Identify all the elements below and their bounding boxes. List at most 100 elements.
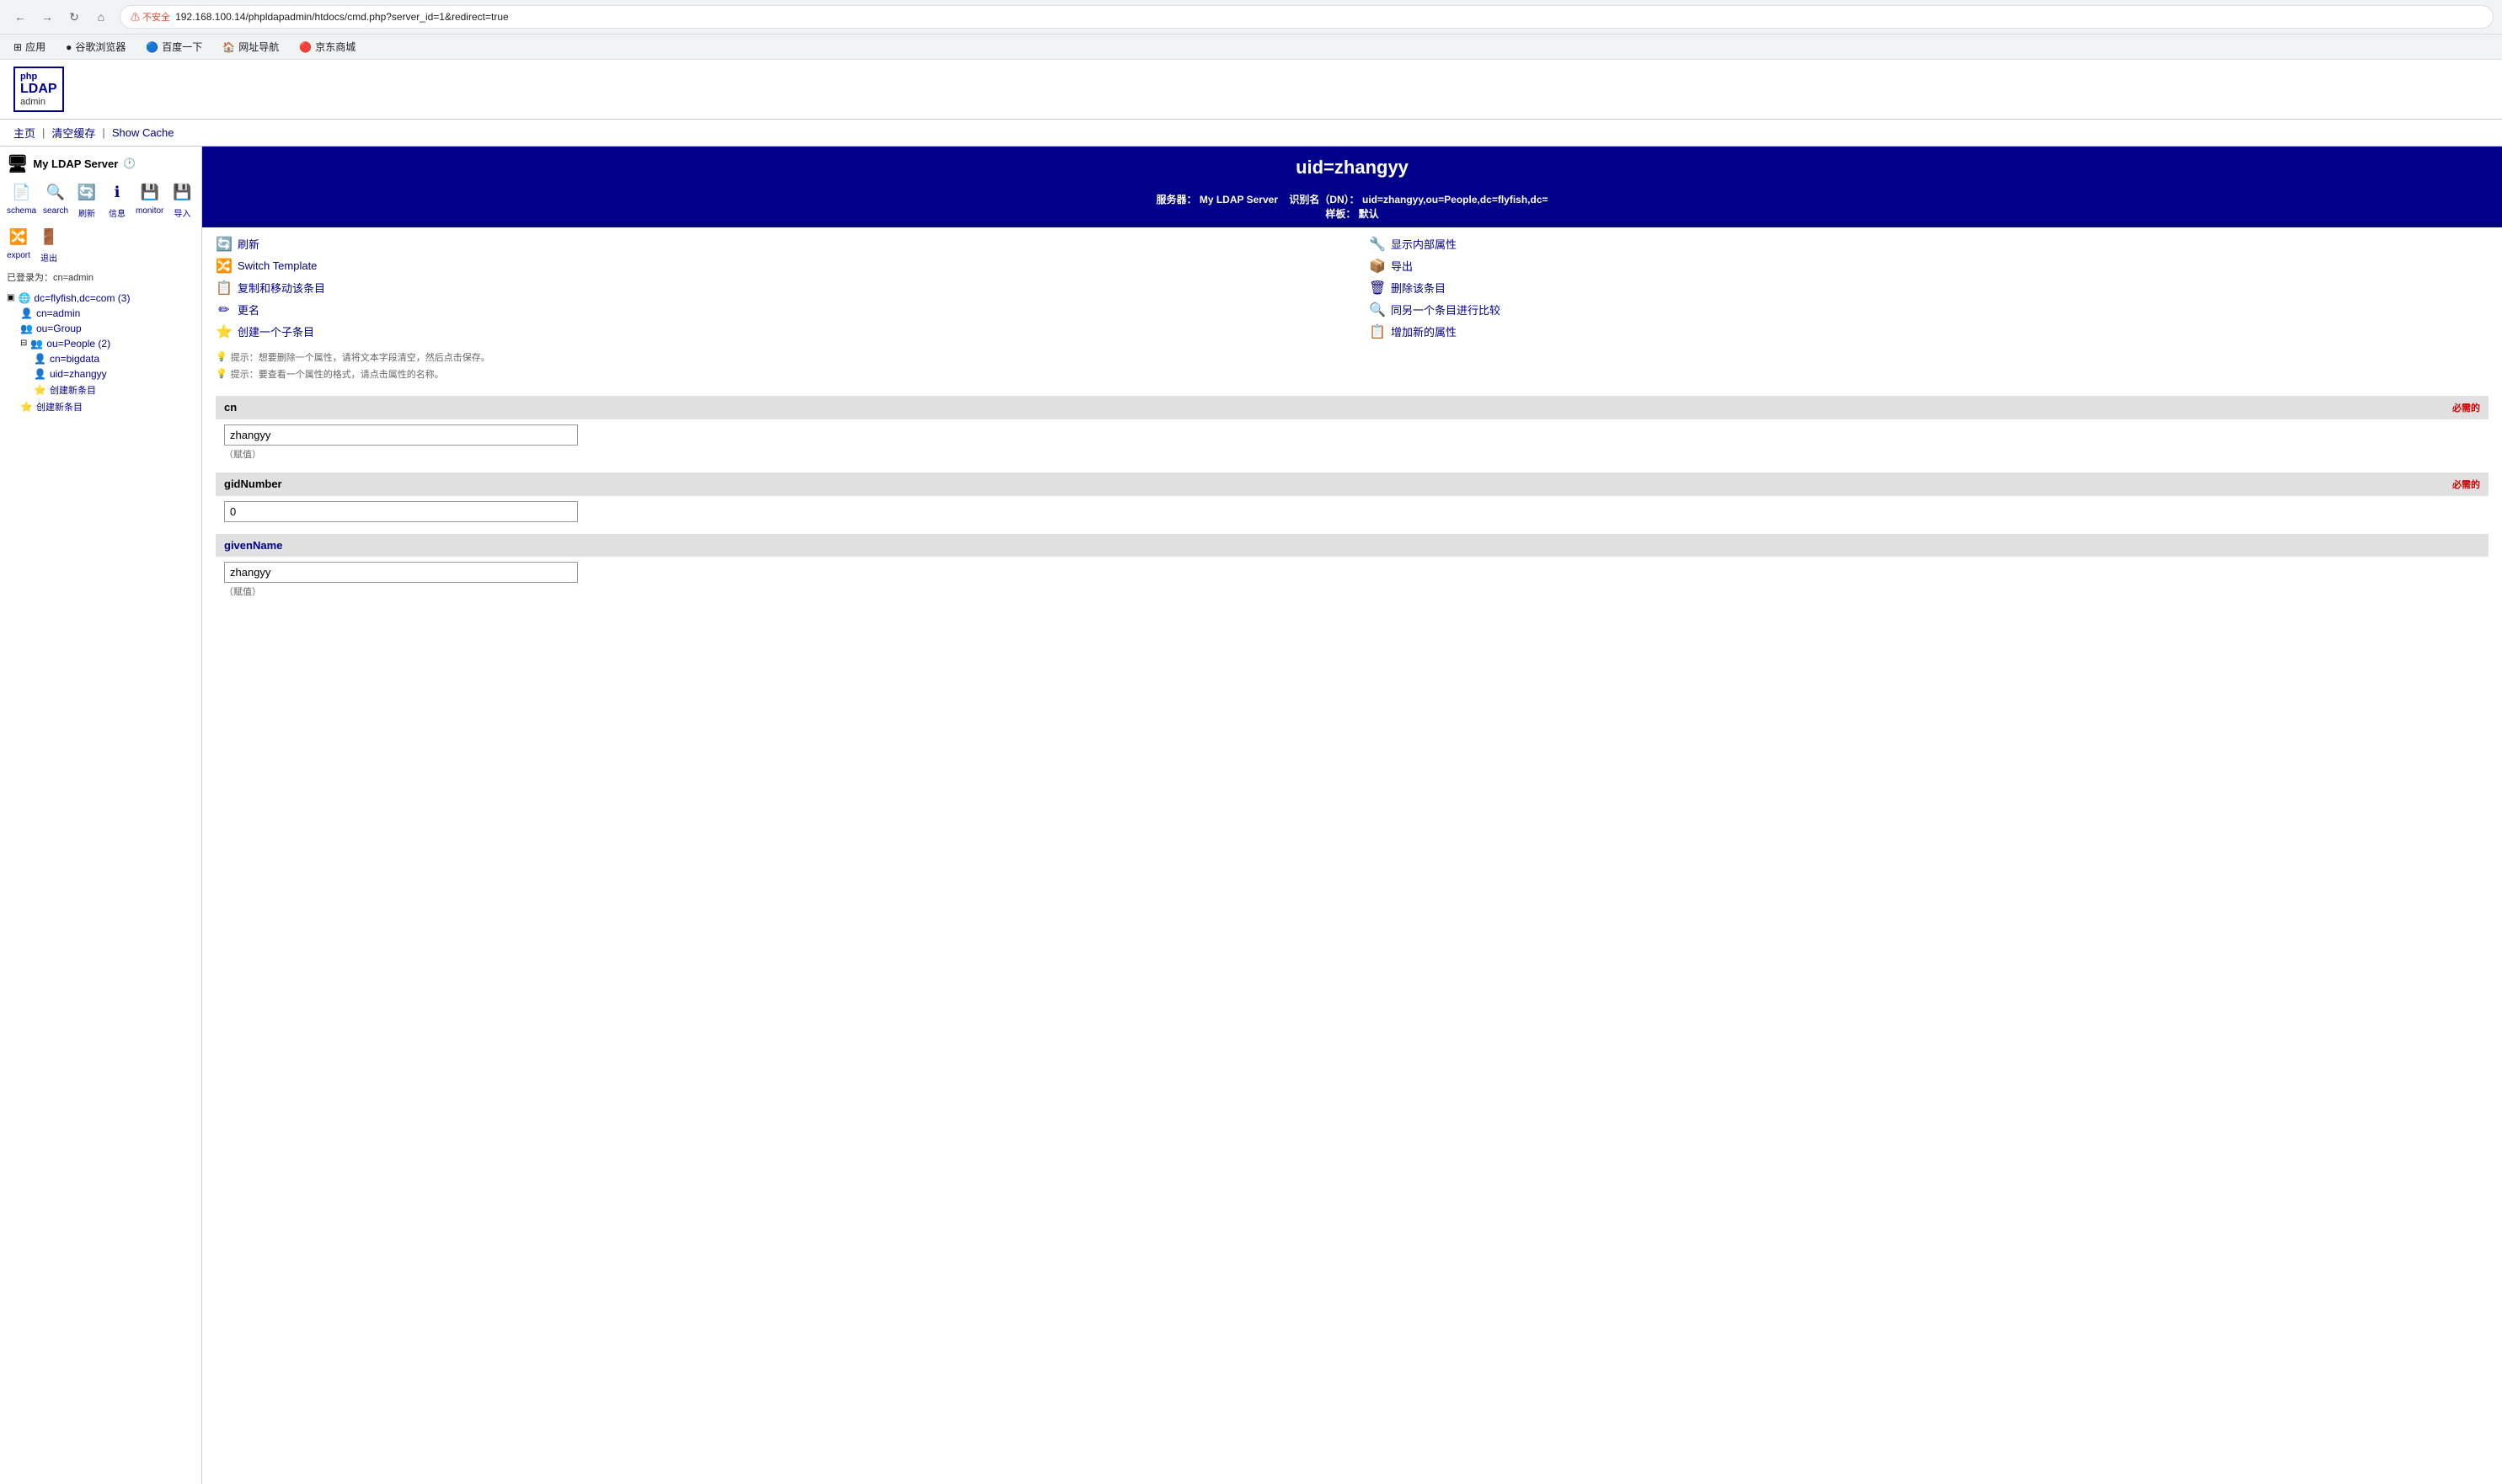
browser-nav: ← → ↻ ⌂ xyxy=(8,5,113,29)
action-switch-icon: 🔀 xyxy=(216,258,233,275)
hint-bulb-2: 💡 xyxy=(216,368,227,379)
tree-root-link[interactable]: dc=flyfish,dc=com (3) xyxy=(34,292,130,304)
action-export-icon: 📦 xyxy=(1369,258,1386,275)
form-area: cn 必需的 （赋值） gidNumber 必需的 xyxy=(202,382,2502,617)
field-body-gidnumber xyxy=(216,496,2489,527)
bookmark-baidu-label: 百度一下 xyxy=(162,40,202,54)
logout-icon: 🚪 xyxy=(37,226,61,249)
action-show-internal[interactable]: 🔧 显示内部属性 xyxy=(1369,236,2489,253)
toolbar-logout[interactable]: 🚪 退出 xyxy=(37,226,61,264)
tree-uid-zhangyy[interactable]: 👤 uid=zhangyy xyxy=(34,366,195,382)
schema-icon: 📄 xyxy=(10,181,34,205)
tree-cn-admin-link[interactable]: cn=admin xyxy=(36,307,80,319)
action-create-child[interactable]: ⭐ 创建一个子条目 xyxy=(216,323,1335,340)
monitor-label: monitor xyxy=(136,206,163,216)
dn-label: 识别名（DN）： xyxy=(1289,194,1359,206)
tree-root[interactable]: ▣ 🌐 dc=flyfish,dc=com (3) xyxy=(7,291,195,306)
tree-level1: 👤 cn=admin 👥 ou=Group ⊟ 👥 ou=People (2) xyxy=(7,306,195,415)
action-copy-move[interactable]: 📋 复制和移动该条目 xyxy=(216,280,1335,296)
actions-right: 🔧 显示内部属性 📦 导出 🗑 删除该条目 🔍 同另一个条目进行比较 xyxy=(1369,236,2489,340)
field-input-cn[interactable] xyxy=(224,424,578,446)
action-switch-template[interactable]: 🔀 Switch Template xyxy=(216,258,1335,275)
info-label: 信息 xyxy=(109,206,126,219)
content-header: uid=zhangyy xyxy=(202,147,2502,189)
reload-button[interactable]: ↻ xyxy=(62,5,86,29)
action-internal-icon: 🔧 xyxy=(1369,236,1386,253)
tree-ou-people[interactable]: ⊟ 👥 ou=People (2) xyxy=(20,336,195,351)
action-internal-label: 显示内部属性 xyxy=(1391,236,1457,252)
hint-1: 💡 提示：想要删除一个属性，请将文本字段清空，然后点击保存。 xyxy=(202,349,2502,366)
globe-icon: 🌐 xyxy=(18,292,30,304)
action-bar: 🔄 刷新 🔀 Switch Template 📋 复制和移动该条目 ✏ 更名 xyxy=(202,227,2502,349)
toolbar-export[interactable]: 🔀 export xyxy=(7,226,30,264)
bookmark-chrome[interactable]: ● 谷歌浏览器 xyxy=(61,38,131,56)
logo-admin: admin xyxy=(20,97,57,107)
field-header-gidnumber: gidNumber 必需的 xyxy=(216,472,2489,496)
action-export-entry[interactable]: 📦 导出 xyxy=(1369,258,2489,275)
action-export-label: 导出 xyxy=(1391,258,1413,274)
home-button[interactable]: ⌂ xyxy=(89,5,113,29)
chrome-icon: ● xyxy=(66,41,72,53)
action-compare[interactable]: 🔍 同另一个条目进行比较 xyxy=(1369,302,2489,318)
create-new-link[interactable]: 创建新条目 xyxy=(36,400,83,414)
search-label: search xyxy=(43,206,68,216)
field-name-givenname-link[interactable]: givenName xyxy=(224,539,282,552)
action-copy-label: 复制和移动该条目 xyxy=(238,280,325,296)
tree-ou-group[interactable]: 👥 ou=Group xyxy=(20,321,195,336)
bookmark-baidu[interactable]: 🔵 百度一下 xyxy=(141,38,207,56)
field-section-gidnumber: gidNumber 必需的 xyxy=(216,472,2489,527)
nav-clear-cache[interactable]: 清空缓存 xyxy=(51,125,95,141)
toolbar-monitor[interactable]: 💾 monitor xyxy=(136,181,163,219)
tree-uid-link[interactable]: uid=zhangyy xyxy=(50,368,107,380)
bookmark-jd-label: 京东商城 xyxy=(315,40,356,54)
tree-cn-bigdata[interactable]: 👤 cn=bigdata xyxy=(34,351,195,366)
actions-left: 🔄 刷新 🔀 Switch Template 📋 复制和移动该条目 ✏ 更名 xyxy=(216,236,1335,340)
nav-show-cache[interactable]: Show Cache xyxy=(112,126,174,139)
action-add-attr[interactable]: 📋 增加新的属性 xyxy=(1369,323,2489,340)
field-header-givenname: givenName xyxy=(216,534,2489,557)
toolbar-search[interactable]: 🔍 search xyxy=(43,181,68,219)
create-new-star: ⭐ xyxy=(20,401,33,413)
forward-button[interactable]: → xyxy=(35,5,59,29)
action-delete[interactable]: 🗑 删除该条目 xyxy=(1369,280,2489,296)
hint-bulb-1: 💡 xyxy=(216,351,227,362)
tree-cn-admin[interactable]: 👤 cn=admin xyxy=(20,306,195,321)
nav-home[interactable]: 主页 xyxy=(13,125,35,141)
create-entry-star: ⭐ xyxy=(34,384,46,396)
toolbar-info[interactable]: ℹ 信息 xyxy=(105,181,129,219)
toolbar-import[interactable]: 💾 导入 xyxy=(170,181,194,219)
main-layout: 🖥 My LDAP Server 🕐 📄 schema 🔍 search 🔄 刷… xyxy=(0,147,2502,1484)
toolbar-icons: 📄 schema 🔍 search 🔄 刷新 ℹ 信息 💾 moni xyxy=(7,181,195,264)
toolbar-refresh[interactable]: 🔄 刷新 xyxy=(75,181,99,219)
bookmarks-bar: ⊞ 应用 ● 谷歌浏览器 🔵 百度一下 🏠 网址导航 🔴 京东商城 xyxy=(0,35,2502,60)
tree: ▣ 🌐 dc=flyfish,dc=com (3) 👤 cn=admin 👥 o… xyxy=(7,291,195,415)
action-rename-label: 更名 xyxy=(238,302,259,318)
field-input-gidnumber[interactable] xyxy=(224,501,578,522)
action-compare-icon: 🔍 xyxy=(1369,302,1386,318)
import-label: 导入 xyxy=(174,206,190,219)
bookmark-apps[interactable]: ⊞ 应用 xyxy=(8,38,51,56)
search-icon: 🔍 xyxy=(44,181,67,205)
action-rename[interactable]: ✏ 更名 xyxy=(216,302,1335,318)
create-entry-link[interactable]: 创建新条目 xyxy=(50,383,96,397)
tree-ou-group-link[interactable]: ou=Group xyxy=(36,323,82,334)
bookmark-nav[interactable]: 🏠 网址导航 xyxy=(217,38,284,56)
toolbar-schema[interactable]: 📄 schema xyxy=(7,181,36,219)
back-button[interactable]: ← xyxy=(8,5,32,29)
tree-root-toggle: ▣ xyxy=(7,293,14,302)
field-input-givenname[interactable] xyxy=(224,562,578,583)
tree-level2: 👤 cn=bigdata 👤 uid=zhangyy ⭐ 创建新条目 xyxy=(20,351,195,398)
content-server-name: My LDAP Server xyxy=(1200,194,1278,206)
server-name: My LDAP Server xyxy=(33,157,118,170)
server-label: 服务器： xyxy=(1156,194,1196,206)
address-bar[interactable]: ⚠ 不安全 192.168.100.14/phpldapadmin/htdocs… xyxy=(120,5,2494,29)
template-label: 样板： xyxy=(1325,208,1355,220)
action-refresh[interactable]: 🔄 刷新 xyxy=(216,236,1335,253)
tree-ou-people-link[interactable]: ou=People (2) xyxy=(46,338,110,350)
tree-create-new[interactable]: ⭐ 创建新条目 xyxy=(20,398,195,415)
action-copy-icon: 📋 xyxy=(216,280,233,296)
tree-create-entry[interactable]: ⭐ 创建新条目 xyxy=(34,382,195,398)
action-compare-label: 同另一个条目进行比较 xyxy=(1391,302,1500,318)
tree-cn-bigdata-link[interactable]: cn=bigdata xyxy=(50,353,99,365)
bookmark-jd[interactable]: 🔴 京东商城 xyxy=(294,38,361,56)
